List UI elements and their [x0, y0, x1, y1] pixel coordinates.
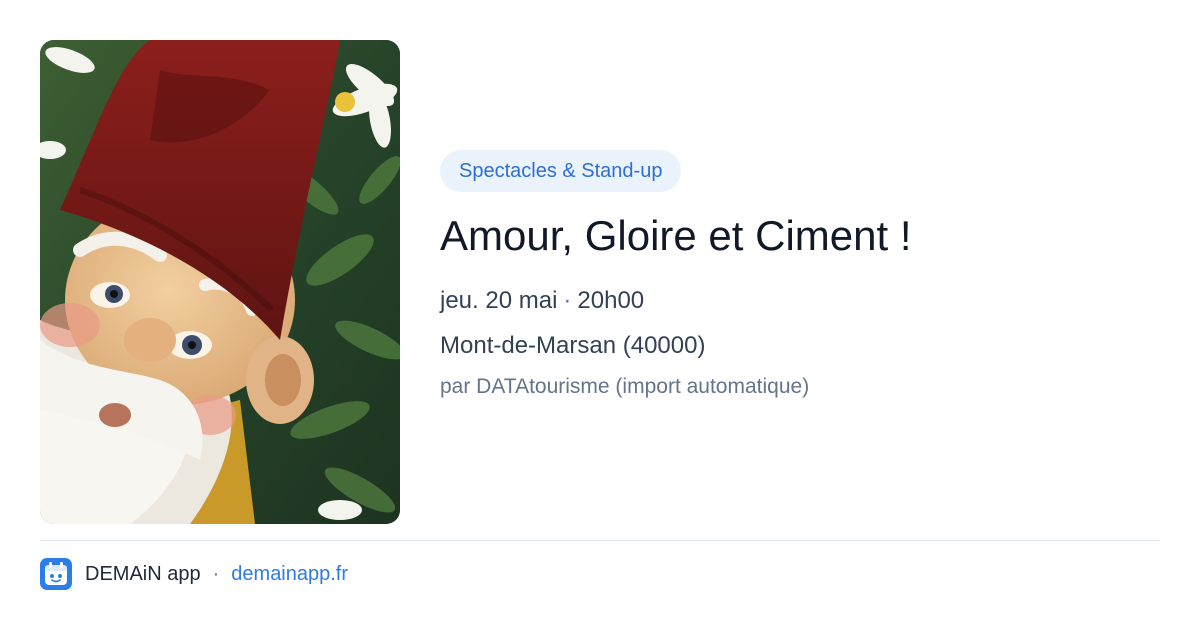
datetime-separator: · [563, 287, 572, 314]
event-datetime: jeu. 20 mai · 20h00 [440, 286, 1160, 316]
event-share-card: Spectacles & Stand-up Amour, Gloire et C… [0, 0, 1200, 630]
event-info: Spectacles & Stand-up Amour, Gloire et C… [440, 150, 1160, 401]
app-name: DEMAiN app [85, 562, 201, 585]
event-title: Amour, Gloire et Ciment ! [440, 212, 912, 259]
event-time: 20h00 [577, 287, 645, 314]
event-photo [40, 40, 400, 524]
footer-separator: · [212, 562, 220, 585]
footer-divider [40, 540, 1160, 541]
event-location: Mont-de-Marsan (40000) [440, 332, 706, 359]
category-badge[interactable]: Spectacles & Stand-up [440, 150, 682, 192]
event-source: par DATAtourisme (import automatique) [440, 375, 810, 398]
demain-calendar-logo-icon [40, 558, 72, 590]
app-website-link[interactable]: demainapp.fr [231, 563, 348, 586]
footer: DEMAiN app · demainapp.fr [40, 558, 348, 590]
garden-gnome-photo-icon [40, 40, 400, 524]
event-date: jeu. 20 mai [440, 287, 558, 314]
